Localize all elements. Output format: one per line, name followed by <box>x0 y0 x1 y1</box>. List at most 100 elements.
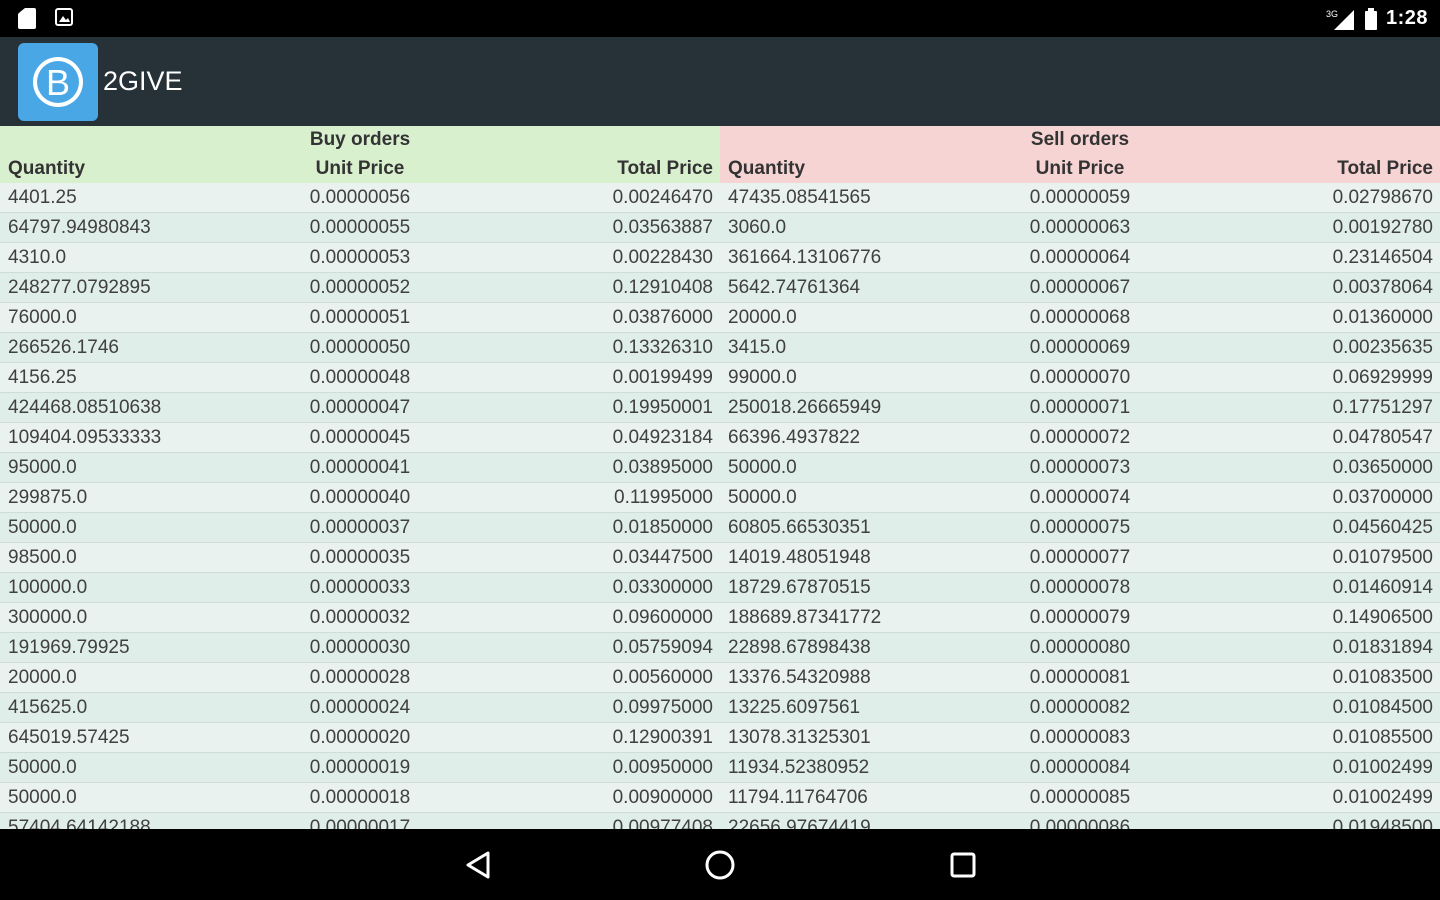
cell-total-price: 0.03300000 <box>612 577 713 598</box>
buy-orders-title: Buy orders <box>309 129 411 150</box>
cell-total-price: 0.01948500 <box>1332 817 1433 829</box>
table-row: 299875.0 0.00000040 0.11995000 <box>0 483 720 513</box>
table-row: 47435.08541565 0.00000059 0.02798670 <box>720 183 1440 213</box>
back-icon <box>466 851 490 879</box>
table-row: 248277.0792895 0.00000052 0.12910408 <box>0 273 720 303</box>
cell-total-price: 0.04560425 <box>1332 517 1433 538</box>
battery-icon <box>1364 7 1377 30</box>
cell-total-price: 0.04780547 <box>1332 427 1433 448</box>
table-row: 50000.0 0.00000037 0.01850000 <box>0 513 720 543</box>
cell-total-price: 0.01360000 <box>1332 307 1433 328</box>
navigation-bar <box>0 829 1440 900</box>
recents-button[interactable] <box>946 849 980 881</box>
table-row: 50000.0 0.00000074 0.03700000 <box>720 483 1440 513</box>
cell-total-price: 0.03447500 <box>612 547 713 568</box>
buy-orders-header: Buy orders Quantity Unit Price Total Pri… <box>0 126 720 183</box>
table-row: 250018.26665949 0.00000071 0.17751297 <box>720 393 1440 423</box>
cell-total-price: 0.03876000 <box>612 307 713 328</box>
table-row: 60805.66530351 0.00000075 0.04560425 <box>720 513 1440 543</box>
home-icon <box>705 850 735 880</box>
table-row: 424468.08510638 0.00000047 0.19950001 <box>0 393 720 423</box>
table-row: 645019.57425 0.00000020 0.12900391 <box>0 723 720 753</box>
cell-total-price: 0.00560000 <box>612 667 713 688</box>
cell-total-price: 0.02798670 <box>1332 187 1433 208</box>
table-row: 188689.87341772 0.00000079 0.14906500 <box>720 603 1440 633</box>
cell-total-price: 0.00378064 <box>1332 277 1433 298</box>
table-row: 100000.0 0.00000033 0.03300000 <box>0 573 720 603</box>
table-row: 4401.25 0.00000056 0.00246470 <box>0 183 720 213</box>
table-row: 266526.1746 0.00000050 0.13326310 <box>0 333 720 363</box>
sell-orders-title: Sell orders <box>1030 129 1130 150</box>
cell-total-price: 0.12900391 <box>612 727 713 748</box>
table-row: 20000.0 0.00000028 0.00560000 <box>0 663 720 693</box>
table-row: 95000.0 0.00000041 0.03895000 <box>0 453 720 483</box>
table-row: 11794.11764706 0.00000085 0.01002499 <box>720 783 1440 813</box>
cell-total-price: 0.01079500 <box>1332 547 1433 568</box>
cell-total-price: 0.04923184 <box>612 427 713 448</box>
cell-total-price: 0.01084500 <box>1332 697 1433 718</box>
table-row: 4310.0 0.00000053 0.00228430 <box>0 243 720 273</box>
clipboard-icon <box>18 8 36 29</box>
cell-total-price: 0.03650000 <box>1332 457 1433 478</box>
cell-total-price: 0.00977408 <box>612 817 713 829</box>
logo-letter: B <box>46 62 70 103</box>
table-row: 109404.09533333 0.00000045 0.04923184 <box>0 423 720 453</box>
cell-total-price: 0.01002499 <box>1332 757 1433 778</box>
cell-total-price: 0.01831894 <box>1332 637 1433 658</box>
back-button[interactable] <box>461 849 495 881</box>
cell-total-price: 0.00235635 <box>1332 337 1433 358</box>
table-row: 13078.31325301 0.00000083 0.01085500 <box>720 723 1440 753</box>
status-bar: 3G 1:28 <box>0 0 1440 37</box>
table-row: 14019.48051948 0.00000077 0.01079500 <box>720 543 1440 573</box>
cell-total-price: 0.09975000 <box>612 697 713 718</box>
cell-total-price: 0.00228430 <box>612 247 713 268</box>
cell-total-price: 0.01002499 <box>1332 787 1433 808</box>
table-row: 22656.97674419 0.00000086 0.01948500 <box>720 813 1440 829</box>
table-row: 415625.0 0.00000024 0.09975000 <box>0 693 720 723</box>
table-row: 50000.0 0.00000019 0.00950000 <box>0 753 720 783</box>
table-row: 64797.94980843 0.00000055 0.03563887 <box>0 213 720 243</box>
app-logo[interactable]: B <box>18 43 98 121</box>
table-row: 300000.0 0.00000032 0.09600000 <box>0 603 720 633</box>
buy-col-unit-price: Unit Price <box>315 158 405 179</box>
cell-total-price: 0.00246470 <box>612 187 713 208</box>
network-label: 3G <box>1326 9 1338 19</box>
signal-icon: 3G <box>1326 9 1354 30</box>
table-row: 11934.52380952 0.00000084 0.01002499 <box>720 753 1440 783</box>
cell-total-price: 0.03563887 <box>612 217 713 238</box>
table-row: 191969.79925 0.00000030 0.05759094 <box>0 633 720 663</box>
clock: 1:28 <box>1385 7 1428 29</box>
app-bar: B 2GIVE <box>0 37 1440 126</box>
cell-total-price: 0.05759094 <box>612 637 713 658</box>
cell-total-price: 0.14906500 <box>1332 607 1433 628</box>
bitcoin-logo-icon: B <box>33 57 83 107</box>
cell-total-price: 0.19950001 <box>612 397 713 418</box>
sell-orders-header: Sell orders Quantity Unit Price Total Pr… <box>720 126 1440 183</box>
cell-total-price: 0.11995000 <box>614 487 713 508</box>
table-row: 4156.25 0.00000048 0.00199499 <box>0 363 720 393</box>
cell-total-price: 0.03895000 <box>612 457 713 478</box>
cell-total-price: 0.00900000 <box>612 787 713 808</box>
table-row: 76000.0 0.00000051 0.03876000 <box>0 303 720 333</box>
sell-col-unit-price: Unit Price <box>1035 158 1125 179</box>
table-row: 18729.67870515 0.00000078 0.01460914 <box>720 573 1440 603</box>
cell-total-price: 0.12910408 <box>612 277 713 298</box>
table-row: 50000.0 0.00000073 0.03650000 <box>720 453 1440 483</box>
home-button[interactable] <box>703 849 737 881</box>
table-row: 3415.0 0.00000069 0.00235635 <box>720 333 1440 363</box>
cell-total-price: 0.01085500 <box>1332 727 1433 748</box>
cell-total-price: 0.13326310 <box>612 337 713 358</box>
table-row: 13225.6097561 0.00000082 0.01084500 <box>720 693 1440 723</box>
cell-total-price: 0.09600000 <box>612 607 713 628</box>
sell-orders-rows: 47435.08541565 0.00000059 0.02798670 3060.0… <box>720 183 1440 829</box>
table-row: 66396.4937822 0.00000072 0.04780547 <box>720 423 1440 453</box>
table-row: 13376.54320988 0.00000081 0.01083500 <box>720 663 1440 693</box>
table-row: 361664.13106776 0.00000064 0.23146504 <box>720 243 1440 273</box>
buy-orders-rows: 4401.25 0.00000056 0.00246470 64797.9498084… <box>0 183 720 829</box>
table-row: 22898.67898438 0.00000080 0.01831894 <box>720 633 1440 663</box>
table-row: 3060.0 0.00000063 0.00192780 <box>720 213 1440 243</box>
photo-icon <box>55 8 73 26</box>
cell-total-price: 0.00950000 <box>612 757 713 778</box>
table-row: 50000.0 0.00000018 0.00900000 <box>0 783 720 813</box>
recents-icon <box>950 852 976 878</box>
